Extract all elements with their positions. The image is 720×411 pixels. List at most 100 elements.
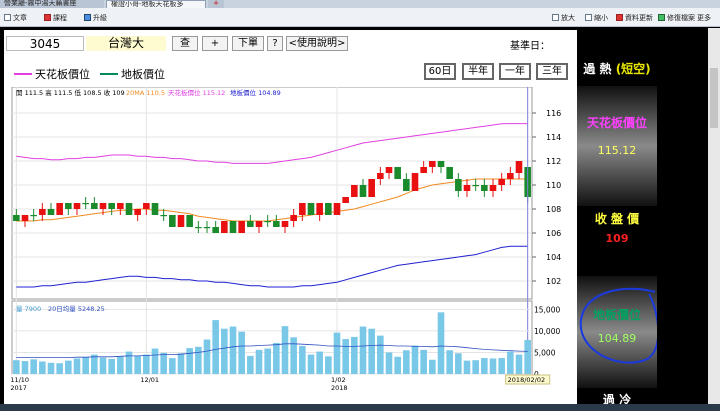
- candle-body: [186, 215, 193, 227]
- volume-ma-label: 20日均量 5248.25: [48, 304, 105, 313]
- toolbar-zoom-out[interactable]: 縮小: [585, 13, 608, 23]
- candle-body: [221, 221, 228, 233]
- browser-tab-2[interactable]: 權證小哥-地板天花板多: [106, 0, 206, 8]
- help-button[interactable]: ?: [267, 36, 283, 51]
- ceiling-line: [16, 123, 528, 164]
- scrollbar-thumb[interactable]: [710, 68, 718, 128]
- volume-tick-label: 15,000: [534, 305, 560, 314]
- toolbar-upgrade-label: 升級: [93, 14, 107, 22]
- volume-bar: [108, 358, 115, 374]
- toolbar-zoom-in[interactable]: 放大: [552, 13, 575, 23]
- candle-body: [437, 161, 445, 167]
- volume-bar: [316, 351, 323, 374]
- candle-body: [290, 215, 297, 221]
- upgrade-icon: [84, 14, 91, 21]
- candle-body: [446, 167, 453, 179]
- query-button[interactable]: 查: [172, 36, 198, 51]
- legend-ceiling-label: 天花板價位: [35, 68, 90, 81]
- toolbar-article-label: 文章: [13, 14, 27, 22]
- candle-body: [299, 203, 306, 215]
- period-60d-button[interactable]: 60日: [424, 63, 456, 80]
- candle-body: [325, 203, 332, 215]
- new-tab-button[interactable]: +: [208, 0, 224, 8]
- toolbar-repair-label: 修復檔案: [667, 14, 695, 22]
- candle-body: [507, 173, 514, 179]
- volume-bar: [212, 320, 219, 374]
- volume-bar: [39, 361, 46, 374]
- status-title: 過 熱 (短空): [577, 60, 657, 77]
- volume-bar: [351, 336, 358, 374]
- floor-value-label: 地板價位 104.89: [230, 88, 281, 97]
- volume-bar: [143, 354, 150, 374]
- candle-body: [125, 203, 133, 215]
- candle-body: [411, 173, 419, 191]
- volume-bar: [489, 358, 497, 374]
- candle-body: [489, 185, 497, 191]
- volume-bar: [307, 354, 315, 374]
- x-tick-label: 11/10: [10, 376, 29, 384]
- toolbar-zoom-out-label: 縮小: [594, 14, 608, 22]
- period-one-year-button[interactable]: 一年: [499, 63, 531, 80]
- candle-body: [368, 179, 375, 197]
- candle-body: [333, 203, 341, 215]
- usage-guide-button[interactable]: <使用說明>: [286, 36, 348, 51]
- candle-body: [385, 167, 393, 173]
- toolbar-refresh[interactable]: 資料更新: [616, 13, 653, 23]
- volume-bar: [394, 356, 401, 374]
- toolbar-article[interactable]: 文章: [4, 13, 27, 23]
- volume-bar: [56, 363, 63, 374]
- volume-bar: [333, 332, 341, 374]
- volume-bar: [437, 312, 445, 374]
- base-date-value: 20180202: [592, 37, 643, 48]
- volume-bar: [21, 361, 29, 374]
- x-tick-sublabel: 2017: [10, 384, 27, 392]
- volume-bar: [117, 356, 124, 374]
- candle-body: [30, 215, 37, 217]
- browser-tab-1[interactable]: 營業廳-霧中湯天籟書座: [0, 0, 104, 8]
- period-half-year-button[interactable]: 半年: [462, 63, 494, 80]
- candle-body: [160, 215, 167, 217]
- toolbar-zoom-in-label: 放大: [561, 14, 575, 22]
- price-volume-chart[interactable]: 102 104 106 108 110 112 114 116 開 111.5 高 111.5 …: [10, 86, 570, 395]
- volume-bar: [13, 360, 20, 374]
- volume-bar: [186, 348, 193, 374]
- candle-body: [472, 185, 479, 187]
- ma20-label: 20MA 110.5: [126, 89, 165, 97]
- candle-body: [91, 203, 98, 209]
- toolbar-refresh-label: 資料更新: [625, 14, 653, 22]
- candle-body: [134, 209, 141, 215]
- candle-body: [65, 203, 72, 209]
- volume-bar: [91, 354, 98, 374]
- candle-body: [212, 227, 219, 233]
- toolbar-repair[interactable]: 修復檔案: [658, 13, 695, 23]
- volume-bar: [385, 352, 393, 374]
- add-button[interactable]: +: [202, 36, 228, 51]
- toolbar-more-label: 更多: [697, 14, 711, 22]
- volume-bar: [151, 348, 159, 374]
- price-tick-label: 108: [546, 205, 561, 214]
- volume-bar: [273, 342, 280, 374]
- toolbar-course[interactable]: 課程: [44, 13, 67, 23]
- period-three-year-button[interactable]: 三年: [536, 63, 568, 80]
- candle-body: [169, 215, 176, 227]
- status-paren: (短空): [615, 62, 651, 76]
- candle-body: [143, 203, 150, 209]
- volume-bar: [403, 350, 410, 374]
- candle-body: [47, 209, 55, 215]
- toolbar-upgrade[interactable]: 升級: [84, 13, 107, 23]
- candle-body: [342, 197, 349, 203]
- floor-swatch: [100, 73, 118, 75]
- vertical-scrollbar[interactable]: [708, 28, 720, 411]
- toolbar-more[interactable]: 更多: [697, 13, 711, 23]
- candle-body: [281, 221, 289, 227]
- price-tick-label: 106: [546, 229, 561, 238]
- volume-bar: [160, 352, 167, 374]
- volume-bar: [221, 328, 228, 374]
- stock-code-input[interactable]: 3045: [6, 36, 84, 51]
- candle-body: [481, 185, 488, 191]
- volume-bar: [498, 358, 505, 374]
- candle-body: [56, 203, 63, 215]
- volume-bar: [420, 349, 427, 374]
- order-button[interactable]: 下單: [232, 36, 264, 51]
- volume-bar: [238, 331, 245, 374]
